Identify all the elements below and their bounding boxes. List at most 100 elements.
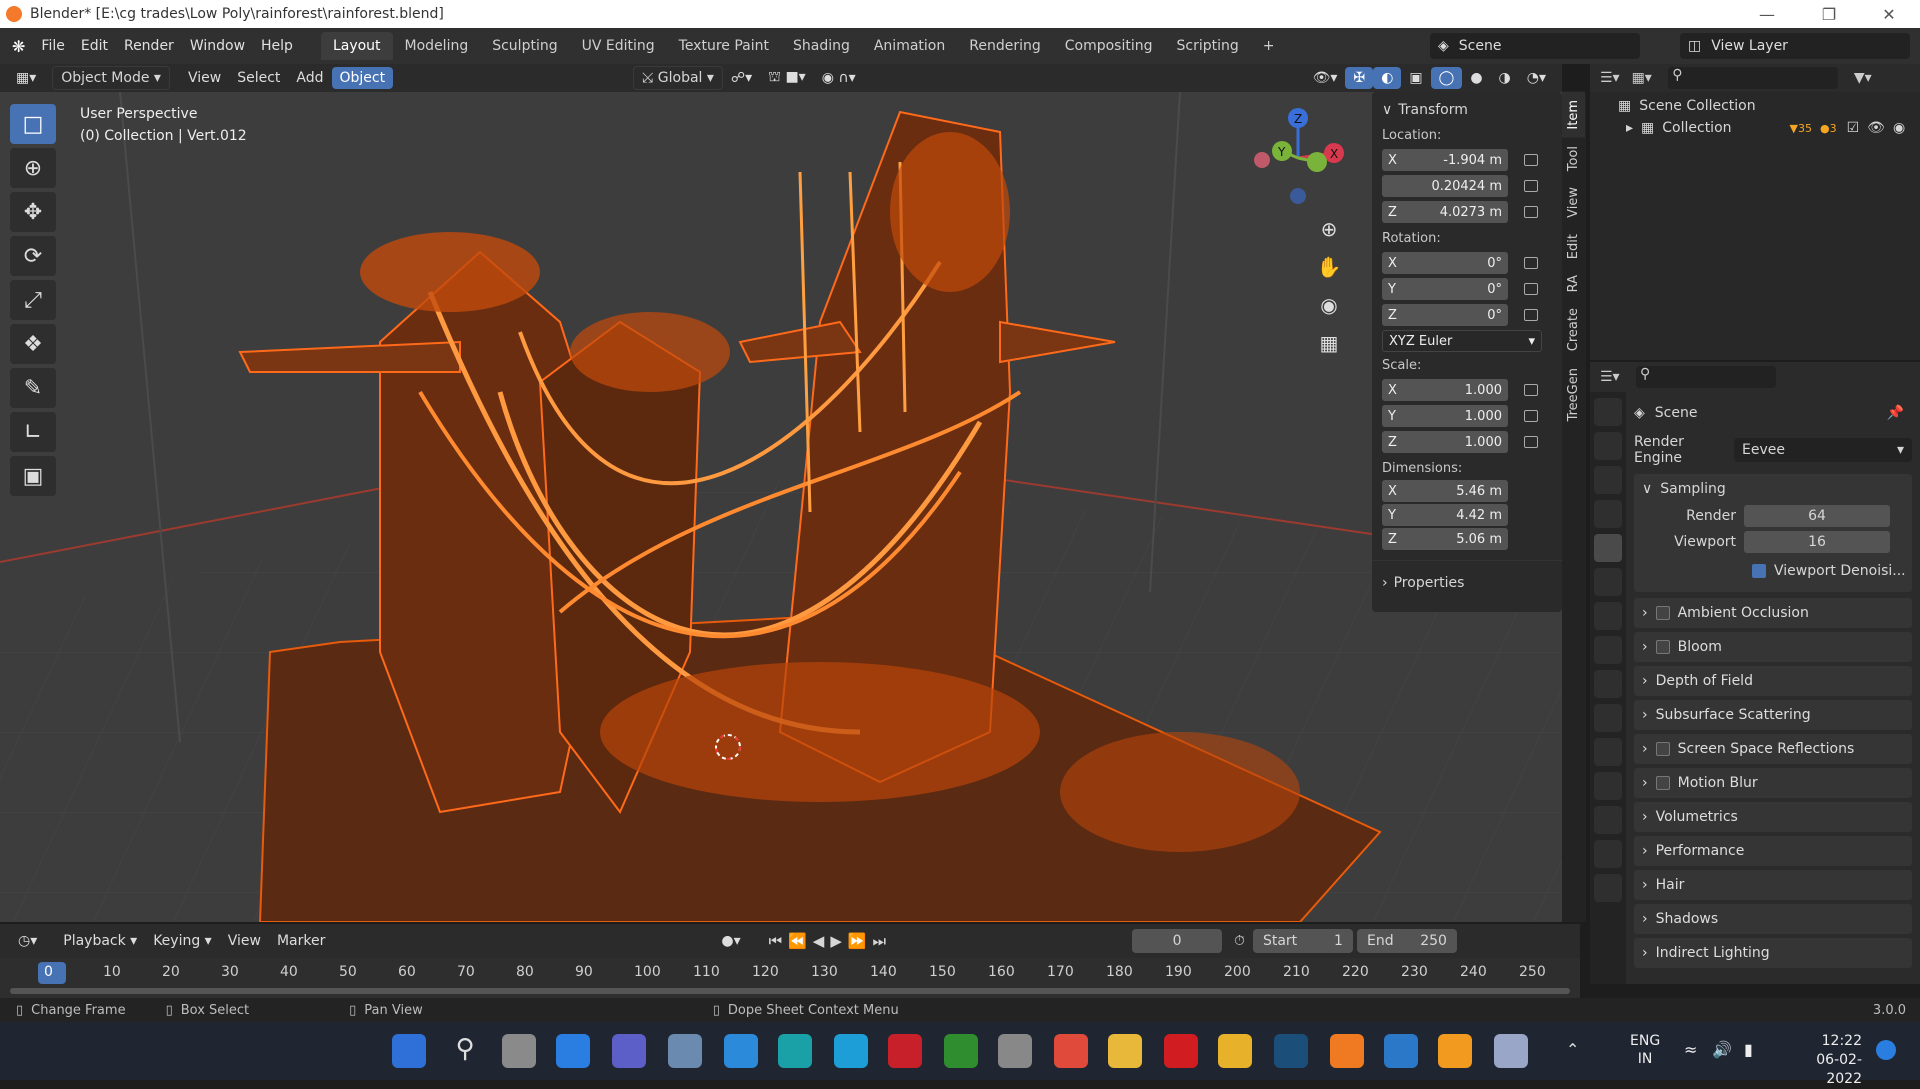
pin-icon[interactable]: 📌	[1887, 405, 1904, 421]
tab-edit[interactable]: Edit	[1562, 226, 1585, 267]
end-frame-field[interactable]: End 250	[1356, 929, 1457, 953]
scale-y-field[interactable]: Y 1.000	[1382, 405, 1508, 427]
properties-search-input[interactable]: ⚲	[1635, 366, 1776, 388]
rotate-tool-icon[interactable]: ⟳	[10, 236, 56, 276]
dimension-x-field[interactable]: X 5.46 m	[1382, 480, 1508, 502]
rotation-x-field[interactable]: X 0°	[1382, 252, 1508, 274]
panel-screen-space-reflections[interactable]: › Screen Space Reflections	[1634, 734, 1912, 764]
scene-selector[interactable]: ◈ Scene	[1430, 33, 1640, 59]
lock-icon[interactable]	[1524, 206, 1538, 218]
properties-editor-icon[interactable]: ☰▾	[1600, 369, 1620, 385]
tab-shading[interactable]: Shading	[781, 32, 862, 60]
panel-shadows[interactable]: › Shadows	[1634, 904, 1912, 934]
timeline-scrollbar[interactable]	[10, 988, 1570, 994]
panel-motion-blur[interactable]: › Motion Blur	[1634, 768, 1912, 798]
menu-render[interactable]: Render	[116, 38, 182, 54]
checkbox-icon[interactable]	[1655, 776, 1670, 790]
tab-modeling[interactable]: Modeling	[393, 32, 481, 60]
rotation-mode-dropdown[interactable]: XYZ Euler ▾	[1382, 330, 1542, 352]
file-explorer-icon[interactable]	[1218, 1034, 1252, 1068]
start-button-icon[interactable]	[392, 1034, 426, 1068]
checkbox-icon[interactable]: ☑	[1847, 120, 1860, 136]
tab-uv-editing[interactable]: UV Editing	[570, 32, 667, 60]
menu-add[interactable]: Add	[288, 67, 331, 89]
minimize-button[interactable]: —	[1744, 0, 1790, 28]
collection-props-icon[interactable]	[1594, 602, 1622, 630]
scale-z-field[interactable]: Z 1.000	[1382, 431, 1508, 453]
restore-button[interactable]: ❐	[1806, 0, 1852, 28]
vscode-icon[interactable]	[1384, 1034, 1418, 1068]
physics-props-icon[interactable]	[1594, 738, 1622, 766]
transform-tool-icon[interactable]: ❖	[10, 324, 56, 364]
orientation-dropdown[interactable]: ⤩ Global ▾	[633, 66, 723, 90]
menu-window[interactable]: Window	[182, 38, 253, 54]
chat-icon[interactable]	[612, 1034, 646, 1068]
render-samples-field[interactable]: 64	[1744, 505, 1890, 527]
search-icon[interactable]: ⚲	[448, 1034, 482, 1068]
menu-help[interactable]: Help	[253, 38, 301, 54]
scale-x-field[interactable]: X 1.000	[1382, 379, 1508, 401]
rotation-z-field[interactable]: Z 0°	[1382, 304, 1508, 326]
eye-icon[interactable]: 👁	[1867, 120, 1885, 136]
lock-icon[interactable]	[1524, 410, 1538, 422]
tab-sculpting[interactable]: Sculpting	[480, 32, 569, 60]
edge-icon[interactable]	[778, 1034, 812, 1068]
camera-view-icon[interactable]: ◉	[1314, 286, 1344, 324]
tab-view[interactable]: View	[1562, 179, 1585, 226]
tray-chevron-icon[interactable]: ⌃	[1566, 1040, 1579, 1059]
playback-controls[interactable]: ⏮⏪◀▶⏩⏭	[769, 932, 892, 950]
annotate-tool-icon[interactable]: ✎	[10, 368, 56, 408]
timeline-scrubber[interactable]: 0 10 20 30 40 50 60 70 80 90 100 110 120 130 140 150 160…	[0, 958, 1580, 998]
add-cube-tool-icon[interactable]: ▣	[10, 456, 56, 496]
material-props-icon[interactable]	[1594, 840, 1622, 868]
panel-depth-of-field[interactable]: › Depth of Field	[1634, 666, 1912, 696]
checkbox-icon[interactable]	[1752, 564, 1766, 578]
material-shading-icon[interactable]: ◑	[1491, 67, 1519, 89]
panel-indirect-lighting[interactable]: › Indirect Lighting	[1634, 938, 1912, 968]
render-props-icon[interactable]	[1594, 432, 1622, 460]
panel-ambient-occlusion[interactable]: › Ambient Occlusion	[1634, 598, 1912, 628]
sampling-header[interactable]: ∨ Sampling	[1634, 474, 1912, 504]
modifier-props-icon[interactable]	[1594, 670, 1622, 698]
display-mode-icon[interactable]: ▦▾	[1632, 70, 1652, 86]
tab-compositing[interactable]: Compositing	[1053, 32, 1165, 60]
transform-header[interactable]: ∨ Transform	[1372, 92, 1562, 122]
wireframe-shading-icon[interactable]: ◯	[1430, 67, 1463, 89]
widgets-icon[interactable]	[556, 1034, 590, 1068]
lock-icon[interactable]	[1524, 180, 1538, 192]
checkbox-icon[interactable]	[1655, 640, 1670, 654]
view-layer-props-icon[interactable]	[1594, 500, 1622, 528]
rotation-y-field[interactable]: Y 0°	[1382, 278, 1508, 300]
view-layer-selector[interactable]: ◫ View Layer	[1680, 33, 1910, 59]
checkbox-icon[interactable]	[1655, 742, 1670, 756]
scale-tool-icon[interactable]: ⤢	[10, 280, 56, 320]
editor-type-icon[interactable]: ▦▾	[8, 67, 44, 89]
tab-item[interactable]: Item	[1562, 92, 1585, 138]
lock-icon[interactable]	[1524, 309, 1538, 321]
menu-object[interactable]: Object	[331, 67, 394, 89]
outliner-search-input[interactable]: ⚲	[1667, 67, 1838, 89]
gizmo-toggle-icon[interactable]: ✠	[1345, 67, 1374, 89]
tab-rendering[interactable]: Rendering	[957, 32, 1053, 60]
photos-icon[interactable]	[668, 1034, 702, 1068]
tab-texture-paint[interactable]: Texture Paint	[667, 32, 781, 60]
installer-icon[interactable]	[1274, 1034, 1308, 1068]
lock-icon[interactable]	[1524, 436, 1538, 448]
location-x-field[interactable]: X -1.904 m	[1382, 149, 1508, 171]
app-red-icon[interactable]	[1054, 1034, 1088, 1068]
xray-icon[interactable]: ▣	[1401, 67, 1430, 89]
data-props-icon[interactable]	[1594, 806, 1622, 834]
chrome-icon[interactable]	[1108, 1034, 1142, 1068]
battery-icon[interactable]: ▮	[1744, 1040, 1753, 1059]
solid-shading-icon[interactable]: ●	[1462, 67, 1490, 89]
vlc-icon[interactable]	[1438, 1034, 1472, 1068]
tool-props-icon[interactable]	[1594, 398, 1622, 426]
tab-layout[interactable]: Layout	[320, 32, 393, 60]
mail-icon[interactable]	[724, 1034, 758, 1068]
snipping-tool-icon[interactable]	[1494, 1034, 1528, 1068]
particles-props-icon[interactable]	[1594, 704, 1622, 732]
proportional-edit-icon[interactable]: ◉ ∩▾	[814, 67, 864, 89]
tab-scripting[interactable]: Scripting	[1165, 32, 1251, 60]
checkbox-icon[interactable]	[1655, 606, 1670, 620]
menu-playback[interactable]: Playback ▾	[55, 930, 145, 952]
